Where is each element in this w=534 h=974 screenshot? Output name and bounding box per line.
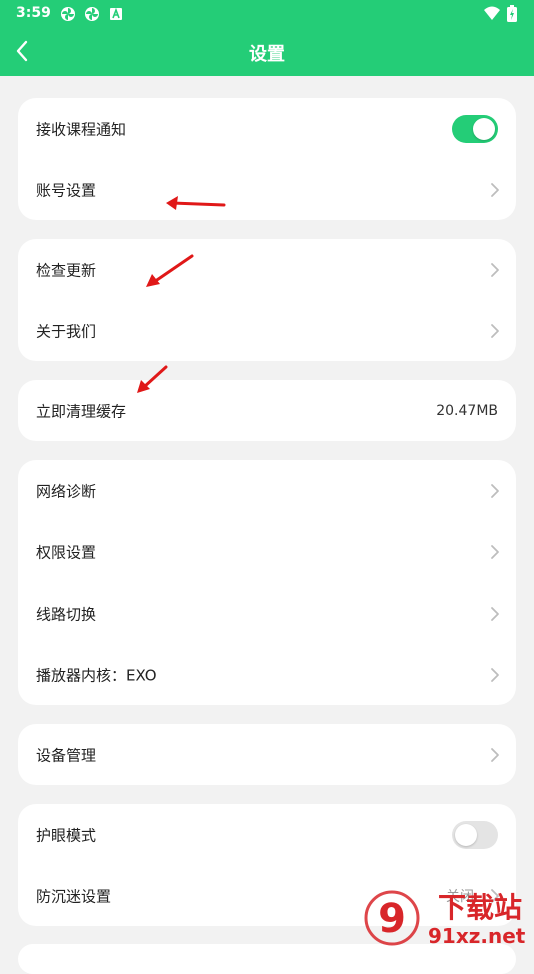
route-switch-row[interactable]: 线路切换 xyxy=(18,583,516,644)
row-label: 接收课程通知 xyxy=(36,120,127,138)
row-label: 立即清理缓存 xyxy=(36,402,127,420)
eye-protection-row[interactable]: 护眼模式 xyxy=(18,804,516,865)
watermark-title: 下载站 xyxy=(438,891,523,924)
row-label: 关于我们 xyxy=(36,322,97,340)
chevron-right-icon xyxy=(491,667,499,682)
row-label: 网络诊断 xyxy=(36,482,97,500)
pinwheel-icon xyxy=(61,7,75,21)
chevron-right-icon xyxy=(491,544,499,559)
eye-protection-toggle[interactable] xyxy=(452,820,498,849)
status-time: 3:59 xyxy=(16,5,51,21)
row-label: 护眼模式 xyxy=(36,826,97,844)
row-label: 权限设置 xyxy=(36,543,97,561)
account-settings-row[interactable]: 账号设置 xyxy=(18,159,516,220)
chevron-right-icon xyxy=(491,182,499,197)
annotation-arrow xyxy=(137,365,168,393)
wifi-icon xyxy=(484,6,500,20)
battery-icon xyxy=(507,5,517,22)
about-us-row[interactable]: 关于我们 xyxy=(18,300,516,361)
check-update-row[interactable]: 检查更新 xyxy=(18,239,516,300)
settings-group-notifications: 接收课程通知 账号设置 xyxy=(18,98,516,220)
settings-group-cache: 立即清理缓存 20.47MB xyxy=(18,380,516,441)
annotation-arrow xyxy=(166,196,226,210)
row-label: 检查更新 xyxy=(36,261,97,279)
network-diagnosis-row[interactable]: 网络诊断 xyxy=(18,460,516,521)
cache-size-value: 20.47MB xyxy=(436,402,498,419)
settings-group-network: 网络诊断 权限设置 线路切换 播放器内核：EXO xyxy=(18,460,516,705)
watermark-logo-text: 9 xyxy=(378,896,406,942)
settings-group-device: 设备管理 xyxy=(18,724,516,785)
row-label: 播放器内核：EXO xyxy=(36,666,157,684)
device-management-row[interactable]: 设备管理 xyxy=(18,724,516,785)
row-label: 线路切换 xyxy=(36,605,97,623)
chevron-right-icon xyxy=(491,747,499,762)
page-title: 设置 xyxy=(249,44,285,65)
status-bar: 3:59 xyxy=(0,0,534,28)
a-badge-icon xyxy=(110,7,122,20)
player-kernel-row[interactable]: 播放器内核：EXO xyxy=(18,644,516,705)
receive-course-notification-row[interactable]: 接收课程通知 xyxy=(18,98,516,159)
watermark: 9 下载站 91xz.net xyxy=(362,884,534,950)
toggle-knob xyxy=(455,823,477,846)
chevron-right-icon xyxy=(491,323,499,338)
chevron-right-icon xyxy=(491,606,499,621)
annotation-arrow xyxy=(146,254,194,287)
settings-group-update: 检查更新 关于我们 xyxy=(18,239,516,361)
watermark-url: 91xz.net xyxy=(428,924,526,948)
row-label: 防沉迷设置 xyxy=(36,887,112,905)
app-header: 3:59 设置 xyxy=(0,0,534,76)
toggle-knob xyxy=(473,117,495,140)
watermark-logo-icon: 9 xyxy=(364,890,420,946)
pinwheel-icon xyxy=(85,7,99,21)
row-label: 账号设置 xyxy=(36,181,97,199)
row-label: 设备管理 xyxy=(36,746,97,764)
course-notification-toggle[interactable] xyxy=(452,114,498,143)
chevron-right-icon xyxy=(491,483,499,498)
clear-cache-row[interactable]: 立即清理缓存 20.47MB xyxy=(18,380,516,441)
permission-settings-row[interactable]: 权限设置 xyxy=(18,521,516,582)
chevron-right-icon xyxy=(491,262,499,277)
